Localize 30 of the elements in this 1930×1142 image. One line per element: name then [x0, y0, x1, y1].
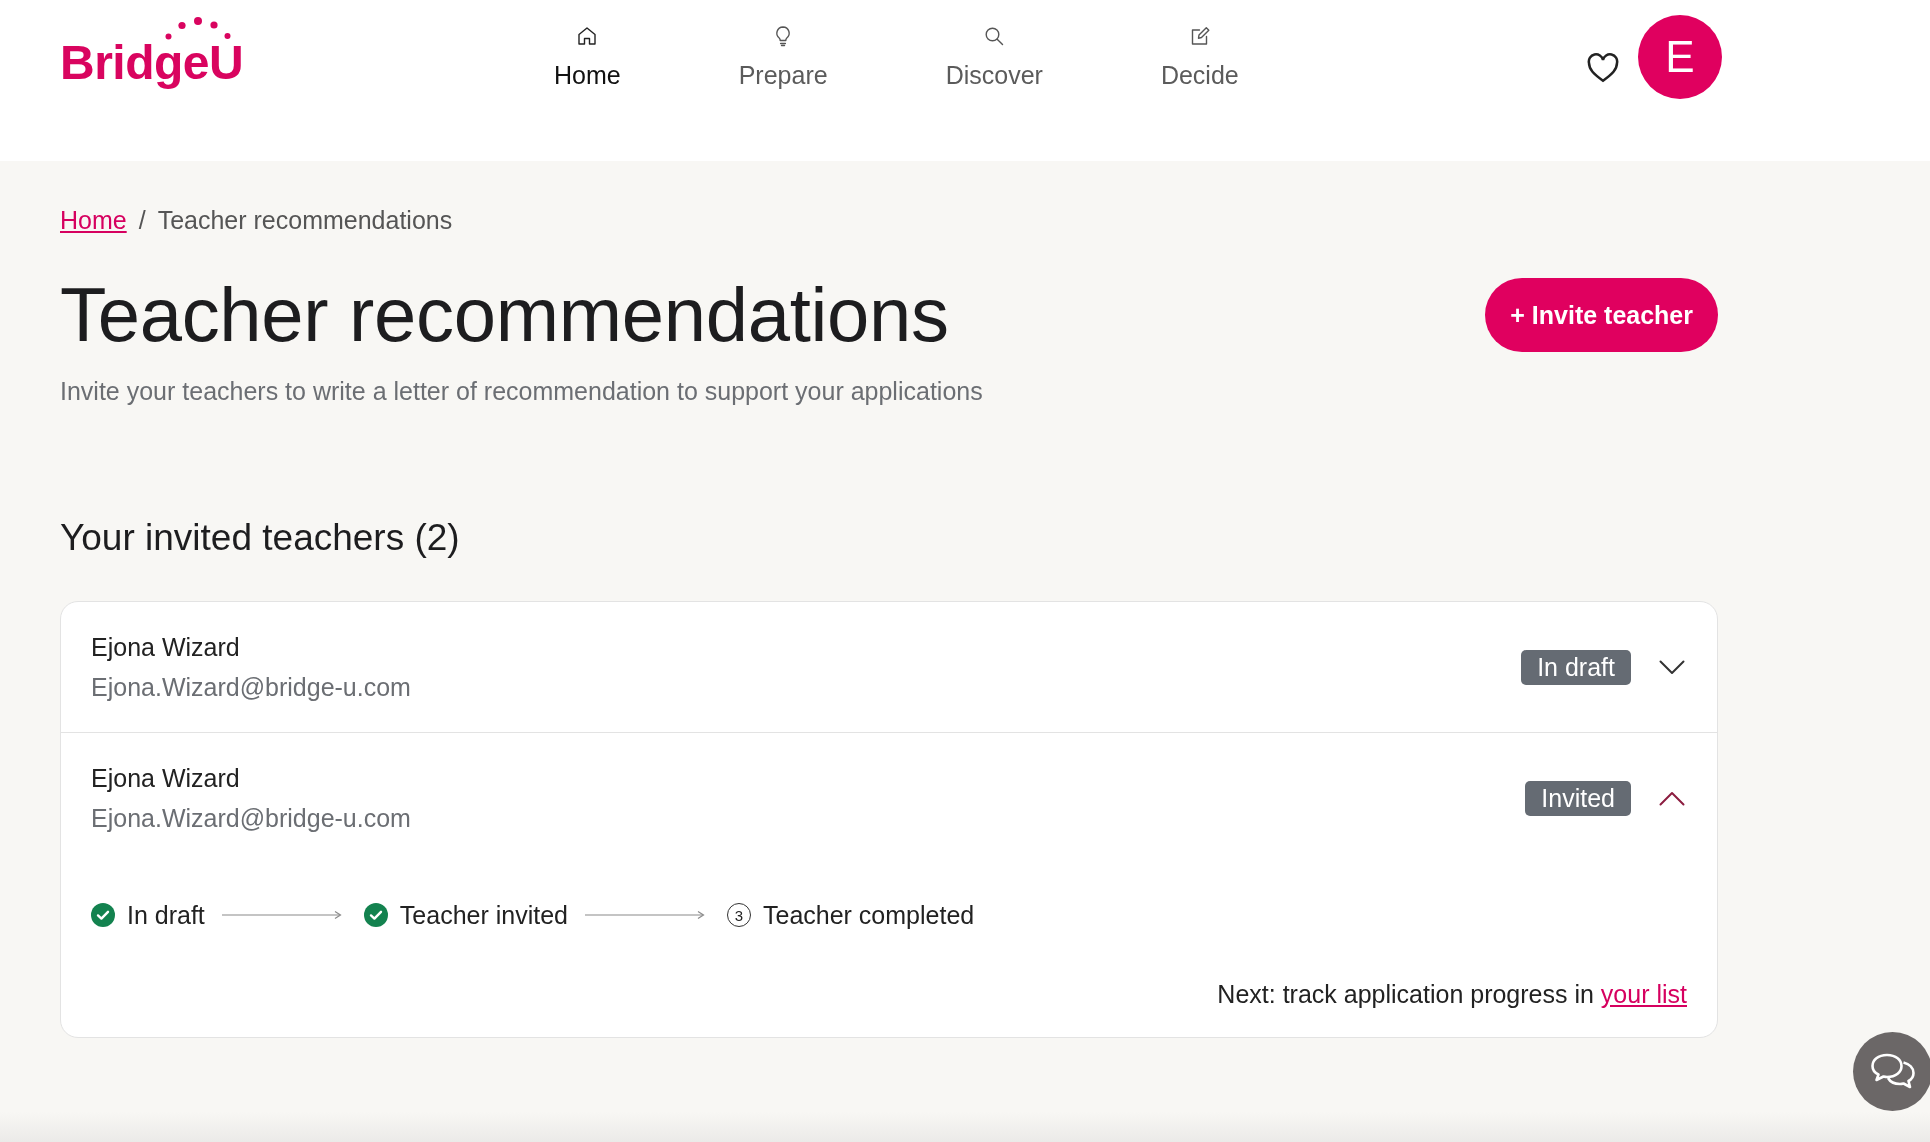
breadcrumb-link[interactable]: Home — [60, 205, 127, 235]
nav-tab[interactable]: Decide — [1160, 14, 1239, 90]
step-label: Teacher completed — [763, 900, 975, 930]
chevron-up-icon[interactable] — [1659, 790, 1685, 806]
teacher-email: Ejona.Wizard@bridge-u.com — [91, 672, 411, 702]
brand-logo[interactable]: BridgeU — [60, 14, 244, 89]
nav-tab[interactable]: Home — [554, 14, 621, 90]
logo-dots-icon — [165, 17, 232, 41]
breadcrumb-current: Teacher recommendations — [157, 205, 453, 235]
invite-teacher-button[interactable]: + Invite teacher — [1485, 278, 1718, 352]
status-badge: In draft — [1521, 649, 1631, 685]
nav-tab[interactable]: Discover — [945, 14, 1043, 90]
step-label: In draft — [127, 900, 205, 930]
page-subtitle: Invite your teachers to write a letter of recommendation to support your applications — [60, 376, 983, 406]
next-step-text: Next: track application progress in your list — [1216, 979, 1687, 1009]
user-avatar[interactable]: E — [1638, 15, 1722, 99]
heart-icon[interactable] — [1587, 53, 1619, 83]
arrow-icon — [221, 910, 342, 920]
your-list-link[interactable]: your list — [1600, 980, 1687, 1008]
page-title: Teacher recommendations — [60, 271, 949, 359]
arrow-icon — [585, 910, 705, 920]
teacher-name: Ejona Wizard — [91, 632, 240, 662]
teacher-email: Ejona.Wizard@bridge-u.com — [91, 803, 411, 833]
nav-tab[interactable]: Prepare — [738, 14, 828, 90]
status-badge: Invited — [1525, 780, 1631, 816]
breadcrumb-separator: / — [138, 205, 146, 235]
step-label: Teacher invited — [399, 900, 568, 930]
section-heading: Your invited teachers (2) — [60, 516, 460, 560]
teacher-name: Ejona Wizard — [91, 763, 240, 793]
chevron-down-icon[interactable] — [1659, 659, 1685, 675]
